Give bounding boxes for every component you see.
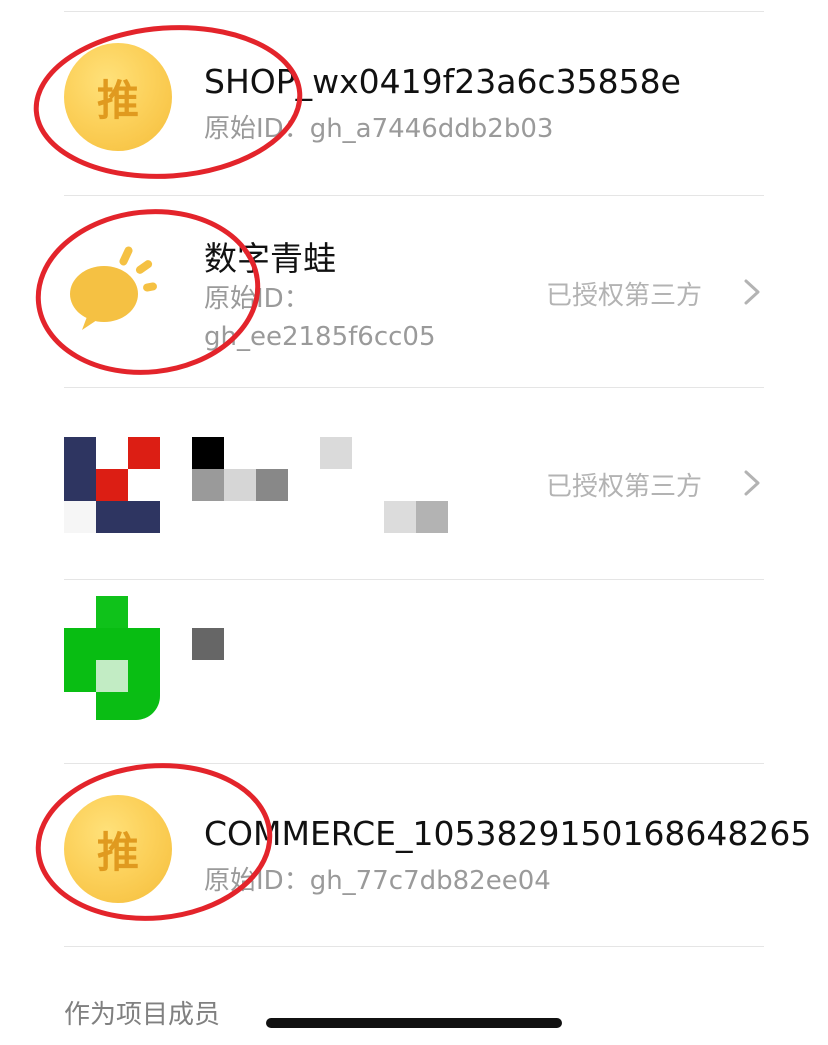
account-id: 原始ID：gh_a7446ddb2b03 — [204, 110, 553, 148]
avatar: 推 — [64, 795, 172, 903]
account-id-label: 原始ID： — [204, 866, 310, 896]
account-row-pixelated[interactable]: 已授权第三方 — [0, 388, 828, 580]
account-id: 原始ID：gh_77c7db82ee04 — [204, 862, 551, 900]
account-id-label: 原始ID： — [204, 284, 310, 314]
account-id-value: gh_ee2185f6cc05 — [204, 322, 436, 352]
speech-bubble-icon — [64, 236, 172, 344]
section-label: 作为项目成员 — [64, 1000, 221, 1030]
pixelated-avatar — [64, 437, 160, 533]
avatar-char: 推 — [96, 75, 139, 125]
chevron-right-icon[interactable] — [740, 468, 764, 498]
account-id-label: 原始ID： — [204, 114, 310, 144]
account-row-pixelated-green[interactable] — [0, 580, 828, 764]
row-divider — [64, 946, 764, 947]
account-row-shuzi-qingwa[interactable]: 数字青蛙 原始ID： gh_ee2185f6cc05 已授权第三方 — [0, 196, 828, 388]
account-name: 数字青蛙 — [204, 239, 336, 278]
avatar: 推 — [64, 43, 172, 151]
account-name: SHOP_wx0419f23a6c35858e — [204, 62, 681, 101]
pixelated-avatar — [64, 596, 160, 724]
account-row-shop[interactable]: 推 SHOP_wx0419f23a6c35858e 原始ID：gh_a7446d… — [0, 12, 828, 196]
auth-status: 已授权第三方 — [546, 472, 703, 502]
auth-status: 已授权第三方 — [546, 281, 703, 311]
account-id-value: gh_77c7db82ee04 — [309, 866, 551, 896]
account-id: 原始ID： gh_ee2185f6cc05 — [204, 280, 524, 356]
account-id-value: gh_a7446ddb2b03 — [309, 114, 554, 144]
account-row-commerce[interactable]: 推 COMMERCE_1053829150168648265 原始ID：gh_7… — [0, 764, 828, 948]
chevron-right-icon[interactable] — [740, 277, 764, 307]
account-name: COMMERCE_1053829150168648265 — [204, 814, 812, 853]
avatar-char: 推 — [96, 827, 139, 877]
home-indicator[interactable] — [266, 1018, 562, 1028]
